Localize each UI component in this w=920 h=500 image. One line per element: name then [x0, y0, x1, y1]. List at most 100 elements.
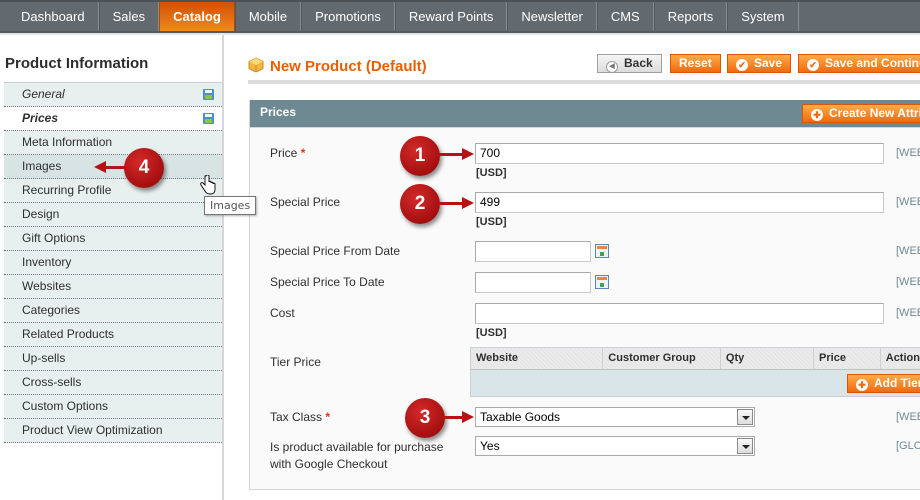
sidebar-item-label: Categories: [22, 303, 81, 317]
changed-save-icon: [203, 113, 214, 124]
changed-save-icon: [203, 89, 214, 100]
column-qty: Qty: [721, 348, 815, 369]
sidebar-item-label: Websites: [22, 279, 72, 293]
cost-input[interactable]: [475, 303, 884, 324]
sidebar-item-inventory[interactable]: Inventory: [4, 251, 222, 275]
tax-class-scope: [WEBSITE]: [896, 411, 920, 423]
sidebar-item-product-view-optimization[interactable]: Product View Optimization: [4, 419, 222, 443]
special-to-date-input[interactable]: [475, 272, 591, 293]
annotation-arrow: [438, 153, 464, 156]
special-from-date-input[interactable]: [475, 241, 591, 262]
create-new-attribute-button[interactable]: ✚ Create New Attribute: [802, 104, 920, 123]
annotation-arrow: [442, 416, 464, 419]
cost-label: Cost: [270, 306, 295, 320]
sidebar-tabs: General Prices Meta Information Images R…: [4, 82, 223, 443]
tier-table-footer: ✚ Add Tier: [471, 370, 920, 396]
reset-label: Reset: [679, 56, 712, 70]
label-line: Is product available for purchase: [270, 440, 444, 454]
nav-cms[interactable]: CMS: [596, 2, 654, 31]
sidebar-item-categories[interactable]: Categories: [4, 299, 222, 323]
tooltip: Images: [204, 196, 257, 215]
save-label: Save: [754, 56, 783, 70]
sidebar-item-prices[interactable]: Prices: [4, 107, 222, 131]
sidebar-item-custom-options[interactable]: Custom Options: [4, 395, 222, 419]
back-button[interactable]: ◀ Back: [597, 54, 662, 73]
special-from-date-label: Special Price From Date: [270, 244, 401, 258]
special-price-input[interactable]: 499: [475, 192, 884, 213]
nav-reward-points[interactable]: Reward Points: [394, 2, 508, 31]
label-text: Tax Class: [270, 410, 323, 424]
select-value: Yes: [480, 439, 500, 453]
dropdown-arrow-icon: [737, 409, 753, 425]
nav-sales[interactable]: Sales: [98, 2, 160, 31]
checkmark-icon: ✔: [736, 59, 748, 71]
annotation-arrowhead: [462, 148, 474, 160]
back-label: Back: [624, 56, 653, 70]
nav-reports[interactable]: Reports: [653, 2, 728, 31]
product-box-icon: [248, 57, 264, 73]
required-mark: *: [325, 410, 331, 424]
sidebar-item-meta-information[interactable]: Meta Information: [4, 131, 222, 155]
sidebar-item-design[interactable]: Design: [4, 203, 222, 227]
google-checkout-select[interactable]: Yes: [475, 436, 755, 456]
cost-scope: [WEBSITE]: [896, 307, 920, 319]
save-and-continue-button[interactable]: ✔ Save and Continue Edit: [798, 54, 920, 73]
nav-dashboard[interactable]: Dashboard: [0, 2, 99, 31]
sidebar-item-gift-options[interactable]: Gift Options: [4, 227, 222, 251]
sidebar-item-label: Up-sells: [22, 351, 66, 365]
special-price-scope: [WEBSITE]: [896, 196, 920, 208]
sidebar-item-cross-sells[interactable]: Cross-sells: [4, 371, 222, 395]
special-to-date-scope: [WEBSITE]: [896, 276, 920, 288]
sidebar-item-label: Prices: [22, 111, 59, 125]
add-tier-button[interactable]: ✚ Add Tier: [847, 374, 920, 393]
sidebar-item-label: Custom Options: [22, 399, 109, 413]
nav-newsletter[interactable]: Newsletter: [507, 2, 597, 31]
annotation-arrow: [438, 202, 464, 205]
annotation-badge-2: 2: [400, 184, 440, 224]
google-checkout-scope: [GLOBAL]: [896, 440, 920, 452]
checkmark-icon: ✔: [807, 59, 819, 71]
sidebar-item-general[interactable]: General: [4, 83, 222, 107]
price-currency: [USD]: [476, 167, 507, 179]
reset-button[interactable]: Reset: [670, 54, 721, 73]
sidebar-item-websites[interactable]: Websites: [4, 275, 222, 299]
label-text: Price: [270, 146, 298, 160]
sidebar-item-label: Design: [22, 207, 60, 221]
nav-promotions[interactable]: Promotions: [301, 2, 395, 31]
sidebar-item-label: Related Products: [22, 327, 115, 341]
column-customer-group: Customer Group: [603, 348, 721, 369]
sidebar-item-label: General: [22, 87, 65, 101]
sidebar-item-related-products[interactable]: Related Products: [4, 323, 222, 347]
tier-price-table: Website Customer Group Qty Price Action …: [470, 347, 920, 397]
nav-catalog[interactable]: Catalog: [159, 2, 235, 31]
tier-price-label: Tier Price: [270, 355, 321, 369]
nav-mobile[interactable]: Mobile: [234, 2, 302, 31]
annotation-arrowhead: [462, 411, 474, 423]
plus-icon: ✚: [856, 379, 868, 391]
annotation-badge-3: 3: [405, 398, 445, 438]
top-navigation: Dashboard Sales Catalog Mobile Promotion…: [0, 0, 920, 33]
tier-table-header: Website Customer Group Qty Price Action: [471, 348, 920, 370]
create-attribute-label: Create New Attribute: [829, 106, 920, 120]
column-action: Action: [885, 352, 920, 364]
tax-class-select[interactable]: Taxable Goods: [475, 407, 755, 427]
calendar-icon[interactable]: [595, 275, 609, 289]
sidebar-title: Product Information: [5, 55, 149, 72]
sidebar-item-up-sells[interactable]: Up-sells: [4, 347, 222, 371]
annotation-badge-1: 1: [400, 136, 440, 176]
calendar-icon[interactable]: [595, 244, 609, 258]
save-button[interactable]: ✔ Save: [727, 54, 792, 73]
dropdown-arrow-icon: [737, 438, 753, 454]
price-input[interactable]: 700: [475, 143, 884, 164]
label-line: with Google Checkout: [270, 457, 388, 471]
sidebar-item-label: Gift Options: [22, 231, 86, 245]
nav-system[interactable]: System: [727, 2, 799, 31]
sidebar-item-label: Inventory: [22, 255, 72, 269]
sidebar: Product Information General Prices Meta …: [0, 35, 224, 500]
add-tier-label: Add Tier: [874, 376, 920, 390]
price-scope: [WEBSITE]: [896, 147, 920, 159]
sidebar-item-label: Cross-sells: [22, 375, 82, 389]
sidebar-item-recurring-profile[interactable]: Recurring Profile: [4, 179, 222, 203]
annotation-arrow: [104, 166, 126, 169]
hand-pointer-cursor-icon: [200, 175, 216, 195]
